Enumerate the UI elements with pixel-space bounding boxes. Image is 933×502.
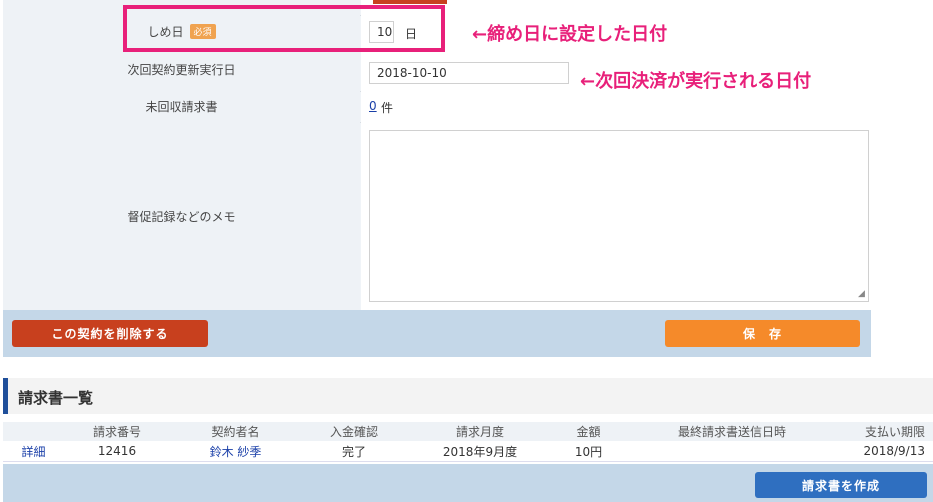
col-payment-confirmed: 入金確認 (301, 422, 407, 441)
due-date: 2018/9/13 (840, 441, 933, 462)
top-button-edge (373, 0, 447, 4)
form-row-unpaid: 未回収請求書 0 件 (3, 91, 871, 123)
closing-day-annotation: ←締め日に設定した日付 (472, 24, 668, 45)
col-contractor-name: 契約者名 (170, 422, 301, 441)
next-payment-annotation: ←次回決済が実行される日付 (580, 71, 812, 92)
table-header-row: 請求番号 契約者名 入金確認 請求月度 金額 最終請求書送信日時 支払い期限 (3, 422, 933, 441)
next-renewal-label: 次回契約更新実行日 (3, 48, 360, 91)
memo-textarea[interactable] (369, 130, 869, 302)
billing-month: 2018年9月度 (407, 441, 553, 462)
invoice-list-header: 請求書一覧 (3, 378, 933, 414)
invoice-amount: 10円 (553, 441, 624, 462)
invoice-number: 12416 (64, 441, 170, 462)
col-due-date: 支払い期限 (840, 422, 933, 441)
invoice-table: 請求番号 契約者名 入金確認 請求月度 金額 最終請求書送信日時 支払い期限 詳… (3, 422, 933, 462)
next-renewal-date-field[interactable]: 2018-10-10 (369, 62, 569, 84)
contractor-name-link[interactable]: 鈴木 紗季 (170, 441, 301, 462)
save-button[interactable]: 保 存 (665, 320, 860, 347)
col-amount: 金額 (553, 422, 624, 441)
invoice-list-title: 請求書一覧 (18, 389, 94, 407)
form-button-bar: この契約を削除する 保 存 (3, 310, 871, 357)
section-accent-bar (3, 378, 8, 414)
form-row-memo: 督促記録などのメモ ◢ (3, 122, 871, 310)
col-billing-month: 請求月度 (407, 422, 553, 441)
col-invoice-number: 請求番号 (64, 422, 170, 441)
col-last-sent: 最終請求書送信日時 (624, 422, 840, 441)
detail-link[interactable]: 詳細 (3, 441, 64, 462)
unpaid-invoices-label: 未回収請求書 (3, 91, 360, 122)
contract-form: しめ日 必須 10 日 次回契約更新実行日 2018-10-10 未回収請求書 … (3, 0, 871, 357)
last-sent-datetime (624, 441, 840, 462)
invoice-button-bar: 請求書を作成 (3, 464, 933, 502)
payment-status: 完了 (301, 441, 407, 462)
resize-grip-icon[interactable]: ◢ (858, 289, 865, 299)
delete-contract-button[interactable]: この契約を削除する (12, 320, 208, 347)
memo-label: 督促記録などのメモ (3, 122, 360, 310)
table-row: 詳細 12416 鈴木 紗季 完了 2018年9月度 10円 2018/9/13 (3, 441, 933, 462)
unpaid-count-unit: 件 (381, 101, 394, 115)
col-detail (3, 422, 64, 441)
highlight-box (123, 5, 445, 52)
unpaid-count-link[interactable]: 0 (369, 99, 377, 113)
create-invoice-button[interactable]: 請求書を作成 (755, 472, 927, 498)
